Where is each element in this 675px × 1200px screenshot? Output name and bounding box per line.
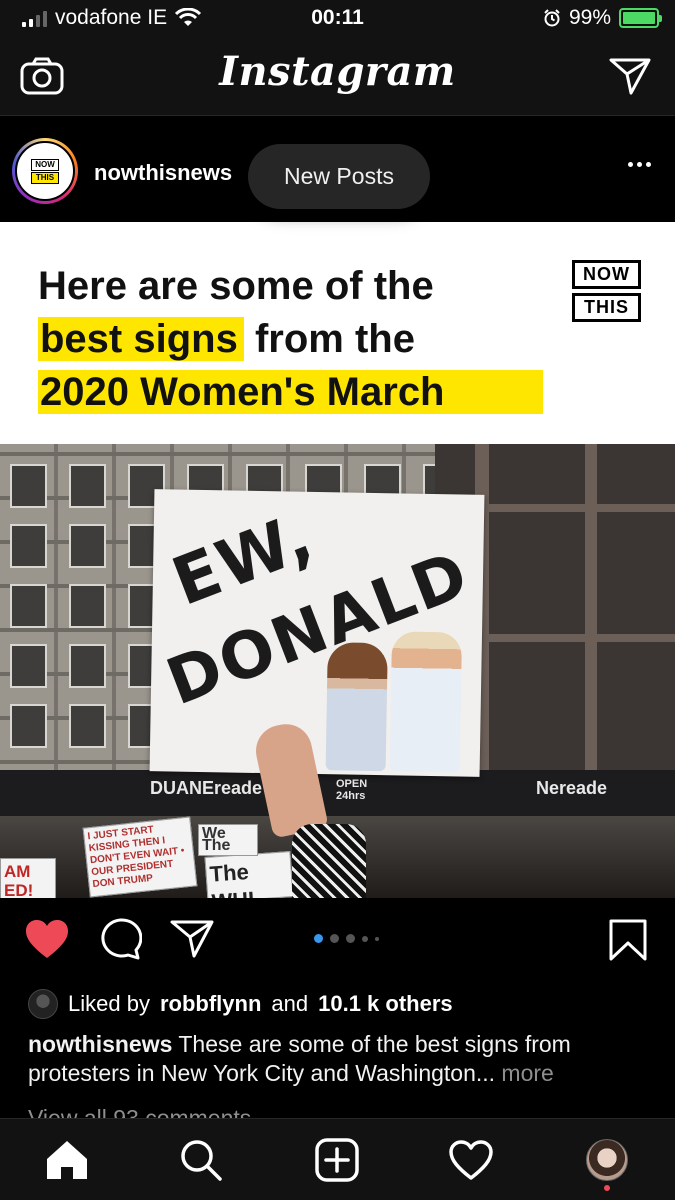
small-protest-sign-2: The WHI (204, 851, 294, 898)
profile-notification-dot (604, 1185, 610, 1191)
caption-more-link[interactable]: more (495, 1060, 553, 1086)
search-icon[interactable] (178, 1137, 224, 1183)
post-image[interactable]: Here are some of the best signs from the… (0, 222, 675, 898)
status-right: 99% (543, 6, 662, 30)
avatar-logo-bottom: THIS (31, 171, 59, 184)
headline-line-2-rest: from the (243, 317, 415, 361)
share-icon[interactable] (170, 918, 214, 960)
app-header: Instagram (0, 38, 675, 116)
carousel-indicator (314, 934, 379, 943)
direct-message-icon[interactable] (609, 56, 651, 96)
nowthis-logo: NOW THIS (572, 260, 641, 322)
view-comments-link[interactable]: View all 93 comments (28, 1100, 251, 1118)
battery-charging-icon (619, 8, 662, 28)
headline-line-2: best signs from the (38, 313, 543, 366)
store-name: DUANEreade (150, 778, 263, 798)
bottom-nav (0, 1118, 675, 1200)
protest-photo: DUANEreade OPEN 24hrs Nereade I JUST STA… (0, 444, 675, 898)
headline-line-3: 2020 Women's March (38, 366, 543, 419)
headline-highlight-2: 2020 Women's March (38, 370, 543, 414)
post-caption: nowthisnews These are some of the best s… (28, 1030, 653, 1088)
carousel-dot (330, 934, 339, 943)
battery-percent: 99% (568, 6, 611, 29)
carousel-dot (362, 935, 368, 942)
comment-icon[interactable] (98, 918, 142, 960)
store-name-right: Nereade (536, 778, 608, 798)
small-protest-sign-1: I JUST START KISSING THEN I DON'T EVEN W… (82, 816, 198, 898)
profile-avatar[interactable] (584, 1137, 630, 1183)
avatar-logo-top: NOW (31, 158, 59, 171)
store-hours: OPEN 24hrs (336, 778, 368, 802)
profile-photo[interactable] (586, 1139, 628, 1181)
nowthis-avatar-logo: NOW THIS (31, 158, 59, 184)
post-banner: Here are some of the best signs from the… (0, 222, 675, 444)
carousel-dot (346, 934, 355, 943)
carousel-dot (314, 934, 323, 943)
post-username[interactable]: nowthisnews (94, 160, 252, 186)
app-logo-title: Instagram (219, 48, 456, 95)
banner-headline: Here are some of the best signs from the… (38, 260, 543, 419)
woman-figure (325, 642, 388, 772)
post-action-bar (0, 898, 675, 984)
liker-avatar[interactable] (28, 989, 58, 1019)
likes-connector: and (271, 991, 309, 1016)
new-post-icon[interactable] (314, 1137, 360, 1183)
alarm-icon (544, 9, 560, 27)
nowthis-logo-bottom: THIS (572, 293, 641, 322)
patterned-sleeve (292, 824, 366, 898)
more-options-icon[interactable] (628, 162, 651, 167)
caption-username[interactable]: nowthisnews (28, 1031, 172, 1057)
main-protest-sign: EW, DONALD (149, 489, 485, 777)
like-heart-icon[interactable] (24, 918, 70, 960)
likes-others-count[interactable]: 10.1 k others (318, 991, 453, 1017)
headline-line-1: Here are some of the (38, 264, 434, 308)
nowthis-logo-top: NOW (572, 260, 641, 289)
home-icon[interactable] (44, 1137, 90, 1183)
status-bar: vodafone IE 00:11 99% (0, 0, 675, 38)
small-protest-sign-4: AM ED! (0, 858, 56, 898)
carousel-dot (375, 936, 379, 941)
headline-highlight-1: best signs (38, 317, 244, 361)
small-protest-sign-3: We The (198, 824, 258, 856)
likes-summary[interactable]: Liked by robbflynn and 10.1 k others (28, 984, 453, 1024)
liker-username[interactable]: robbflynn (160, 991, 261, 1017)
activity-icon[interactable] (448, 1137, 494, 1183)
man-figure (389, 631, 463, 773)
new-posts-button[interactable]: New Posts (248, 144, 430, 209)
likes-prefix: Liked by (68, 991, 150, 1016)
bookmark-icon[interactable] (608, 918, 648, 962)
post-author-avatar[interactable]: NOW THIS (12, 138, 78, 204)
